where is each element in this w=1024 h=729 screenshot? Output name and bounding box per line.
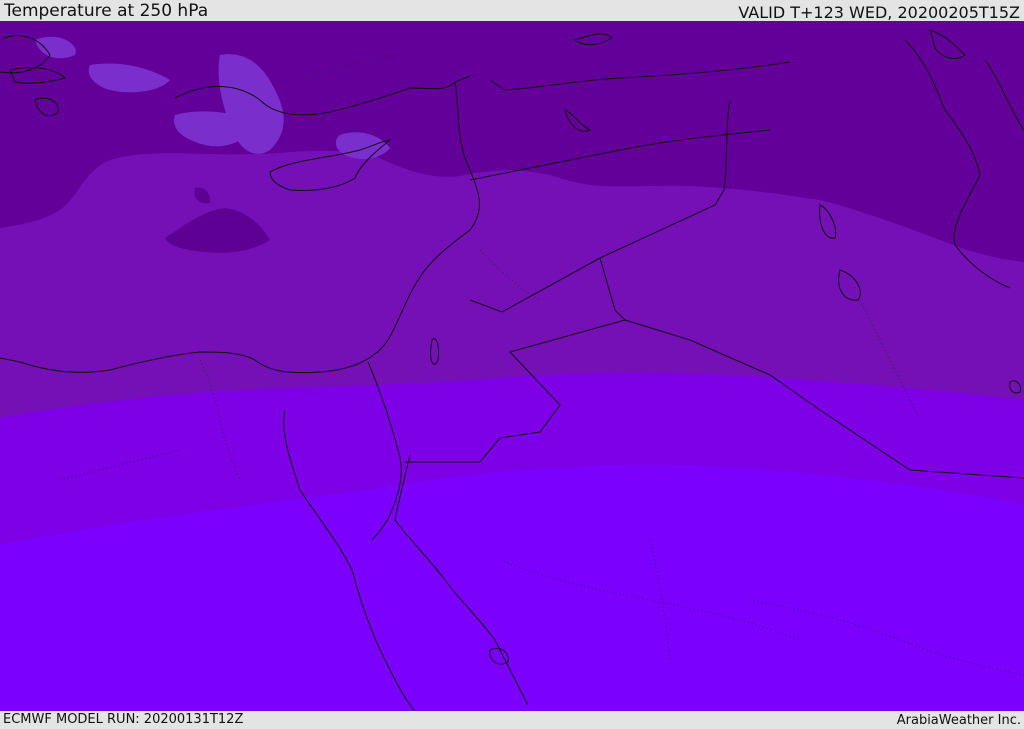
weather-map[interactable] [0, 21, 1024, 712]
valid-time: VALID T+123 WED, 20200205T15Z [738, 3, 1020, 22]
header-bar: Temperature at 250 hPa VALID T+123 WED, … [0, 0, 1024, 21]
credit-text: ArabiaWeather Inc. [896, 713, 1021, 728]
map-title: Temperature at 250 hPa [4, 1, 209, 21]
footer-bar: ECMWF MODEL RUN: 20200131T12Z ArabiaWeat… [0, 711, 1024, 729]
temperature-map-svg [0, 21, 1024, 712]
model-run: ECMWF MODEL RUN: 20200131T12Z [3, 712, 244, 727]
